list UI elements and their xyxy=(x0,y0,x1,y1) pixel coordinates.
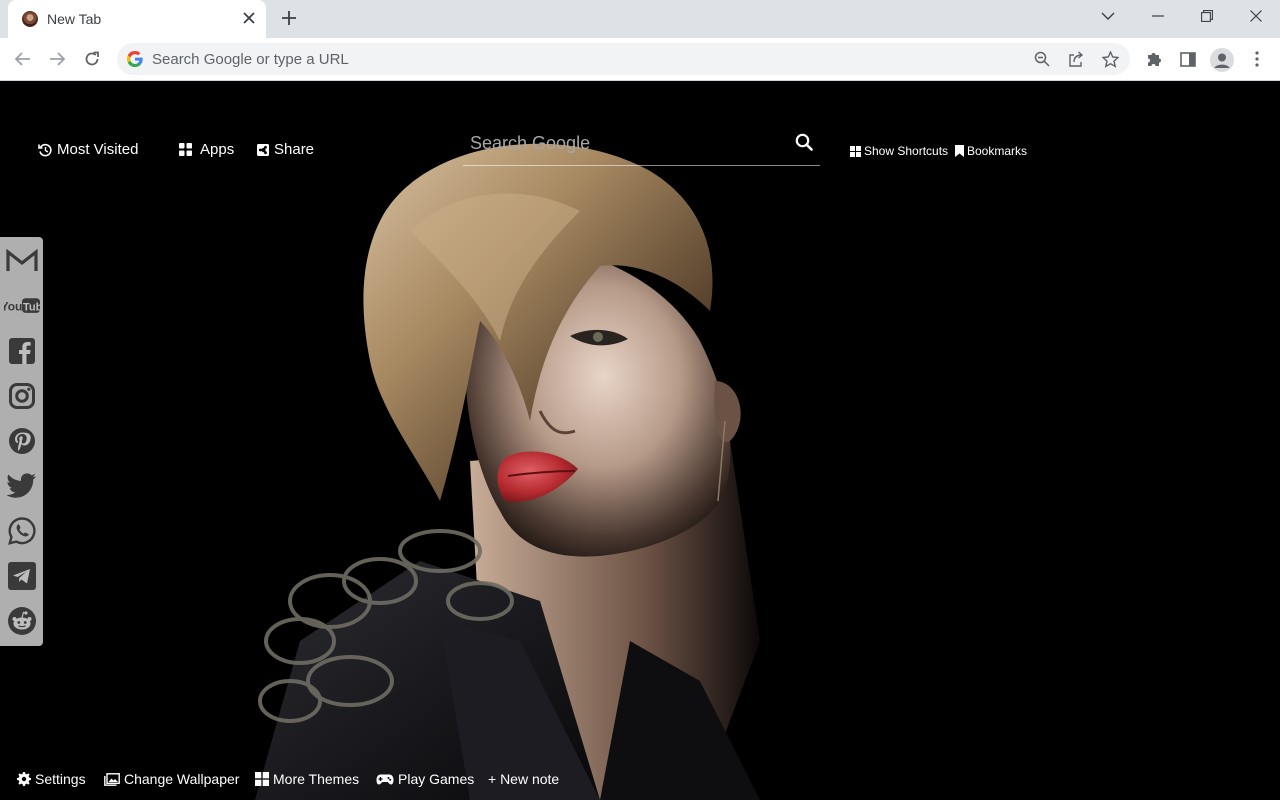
images-icon xyxy=(104,772,120,786)
reload-icon[interactable] xyxy=(81,48,103,70)
zoom-icon[interactable] xyxy=(1031,48,1053,70)
search-icon[interactable] xyxy=(793,131,815,153)
close-window-icon[interactable] xyxy=(1243,6,1269,26)
omnibox[interactable] xyxy=(117,43,1130,75)
profile-avatar-icon[interactable] xyxy=(1210,48,1234,72)
apps-link[interactable]: Apps xyxy=(179,141,234,158)
bookmarks-link[interactable]: Bookmarks xyxy=(955,144,1027,158)
apps-label: Apps xyxy=(200,141,235,158)
new-tab-button[interactable] xyxy=(279,8,299,28)
twitter-icon[interactable] xyxy=(4,468,40,504)
tab-new-tab[interactable]: New Tab xyxy=(8,0,266,38)
restore-window-icon[interactable] xyxy=(1194,6,1220,26)
bookmark-icon xyxy=(955,145,964,157)
tab-search-chevron-down-icon[interactable] xyxy=(1095,6,1121,26)
svg-text:You: You xyxy=(4,299,22,313)
gear-icon xyxy=(17,772,31,786)
more-themes-label: More Themes xyxy=(273,771,360,787)
gmail-icon[interactable] xyxy=(4,243,40,279)
play-games-link[interactable]: Play Games xyxy=(376,771,474,787)
google-search-box xyxy=(463,125,820,166)
play-games-label: Play Games xyxy=(398,771,475,787)
windows-grid-icon xyxy=(850,145,861,157)
gamepad-icon xyxy=(376,774,394,784)
tab-strip: New Tab xyxy=(0,0,1280,38)
share-label: Share xyxy=(274,141,315,158)
settings-link[interactable]: Settings xyxy=(17,771,86,787)
windows-grid-icon xyxy=(255,772,269,786)
instagram-icon[interactable] xyxy=(4,378,40,414)
side-panel-icon[interactable] xyxy=(1177,48,1199,70)
svg-text:Tube: Tube xyxy=(23,301,40,313)
forward-arrow-icon[interactable] xyxy=(46,48,68,70)
omnibox-input[interactable] xyxy=(152,43,992,75)
apps-grid-icon xyxy=(179,143,192,156)
google-search-input[interactable] xyxy=(470,131,770,155)
wallpaper-image xyxy=(0,81,1280,800)
most-visited-label: Most Visited xyxy=(57,141,139,158)
new-note-label: + New note xyxy=(488,771,560,787)
more-themes-link[interactable]: More Themes xyxy=(255,771,359,787)
pinterest-icon[interactable] xyxy=(4,423,40,459)
social-sidebar: YouTube xyxy=(0,237,43,646)
browser-toolbar xyxy=(0,38,1280,81)
google-g-icon xyxy=(127,51,143,67)
kebab-menu-icon[interactable] xyxy=(1246,48,1268,70)
show-shortcuts-link[interactable]: Show Shortcuts xyxy=(850,144,948,158)
new-tab-page: Most Visited Apps Share Show Shortcuts B… xyxy=(0,81,1280,800)
whatsapp-icon[interactable] xyxy=(4,513,40,549)
telegram-icon[interactable] xyxy=(4,558,40,594)
new-note-link[interactable]: + New note xyxy=(488,771,559,787)
minimize-window-icon[interactable] xyxy=(1145,6,1171,26)
tab-favicon-icon xyxy=(22,11,38,27)
change-wallpaper-link[interactable]: Change Wallpaper xyxy=(104,771,239,787)
extensions-puzzle-icon[interactable] xyxy=(1143,48,1165,70)
share-page-icon[interactable] xyxy=(1065,48,1087,70)
youtube-icon[interactable]: YouTube xyxy=(4,288,40,324)
close-tab-icon[interactable] xyxy=(240,9,258,27)
facebook-icon[interactable] xyxy=(4,333,40,369)
tab-title: New Tab xyxy=(47,11,102,27)
share-square-icon xyxy=(257,143,269,156)
change-wallpaper-label: Change Wallpaper xyxy=(124,771,240,787)
show-shortcuts-label: Show Shortcuts xyxy=(864,144,949,158)
bookmark-star-icon[interactable] xyxy=(1099,48,1121,70)
bottom-bar: Settings Change Wallpaper More Themes Pl… xyxy=(0,767,700,791)
reddit-icon[interactable] xyxy=(4,603,40,639)
most-visited-link[interactable]: Most Visited xyxy=(38,141,138,158)
history-icon xyxy=(38,143,52,156)
settings-label: Settings xyxy=(35,771,86,787)
share-link[interactable]: Share xyxy=(257,141,314,158)
bookmarks-label: Bookmarks xyxy=(967,144,1028,158)
back-arrow-icon[interactable] xyxy=(12,48,34,70)
